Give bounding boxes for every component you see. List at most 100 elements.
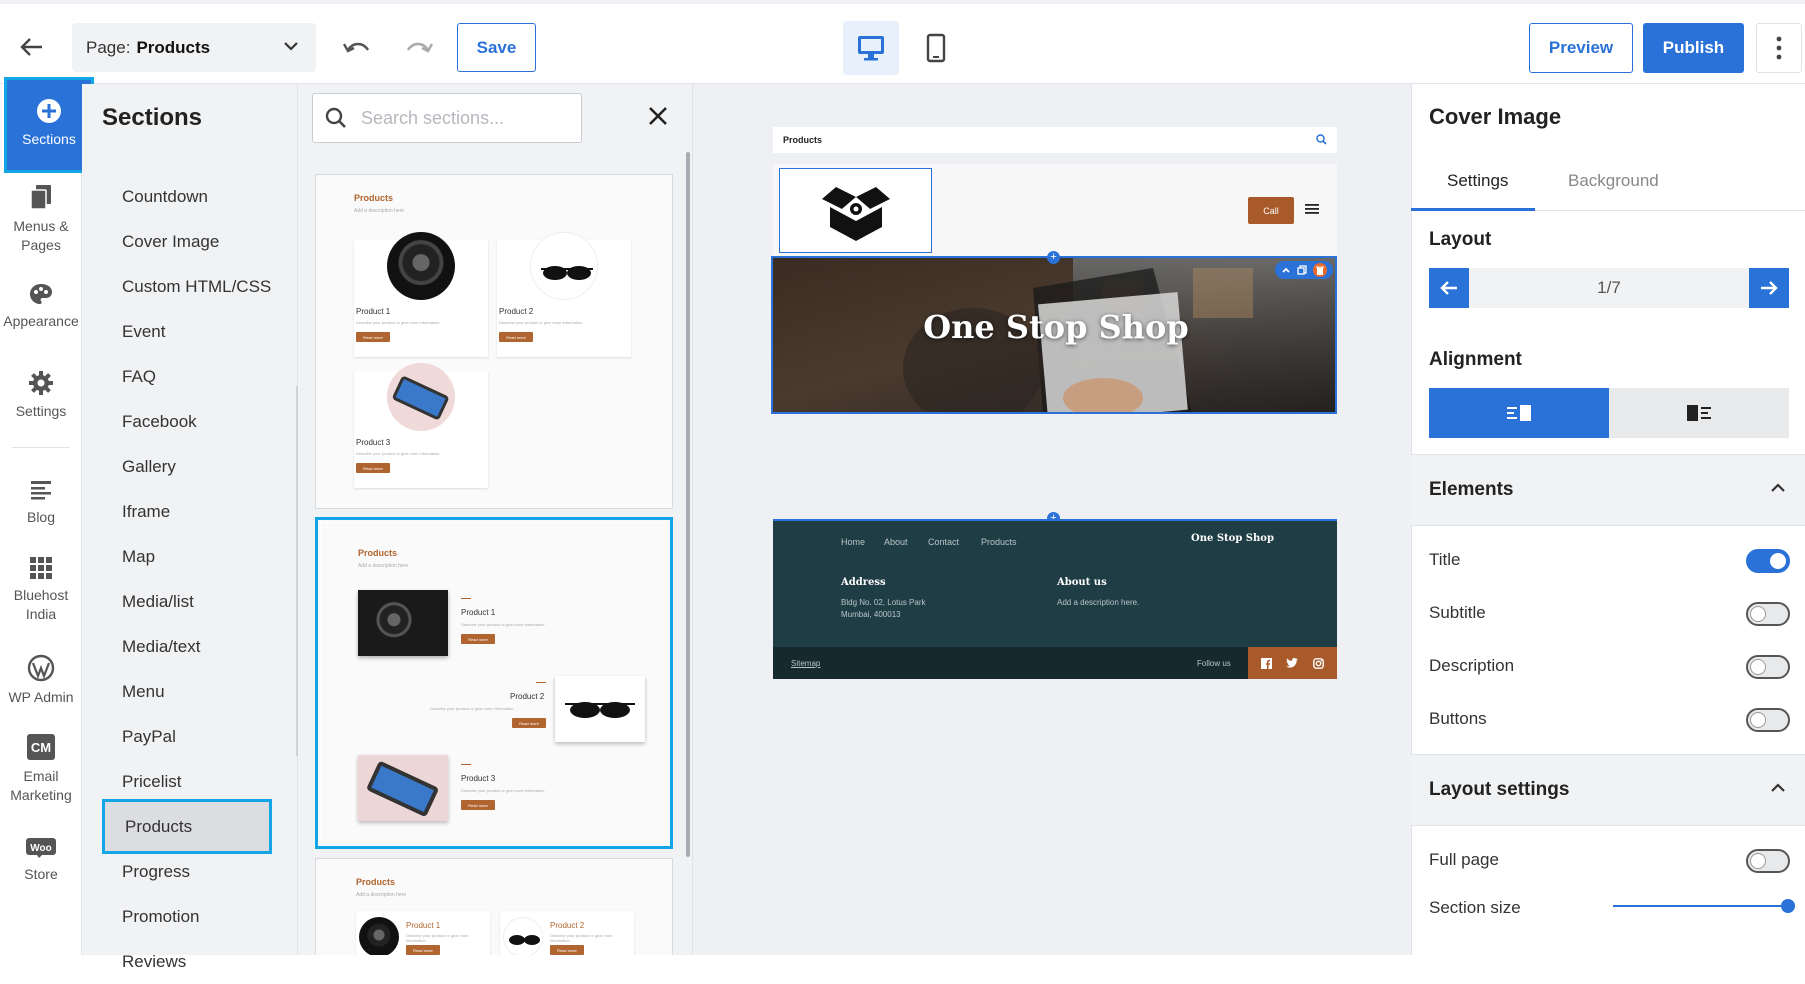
toggle-knob xyxy=(1750,606,1766,622)
sections-title: Sections xyxy=(102,104,203,131)
section-item[interactable]: Map xyxy=(82,534,298,579)
duplicate-icon[interactable] xyxy=(1297,265,1307,275)
product-image-camera xyxy=(359,917,399,955)
title-toggle[interactable] xyxy=(1746,549,1790,573)
align-text-left-image-right-icon xyxy=(1507,405,1531,421)
social-links xyxy=(1248,647,1337,679)
cover-image-section[interactable]: One Stop Shop xyxy=(771,256,1337,414)
close-button[interactable] xyxy=(640,98,676,134)
section-item[interactable]: Iframe xyxy=(82,489,298,534)
align-right-option[interactable] xyxy=(1609,388,1789,438)
section-item[interactable]: Gallery xyxy=(82,444,298,489)
section-item[interactable]: Menu xyxy=(82,669,298,714)
preview-button[interactable]: Preview xyxy=(1529,23,1633,73)
rail-item-wp-admin[interactable]: WP Admin xyxy=(0,654,82,707)
mobile-view-button[interactable] xyxy=(908,21,964,75)
accent-line xyxy=(536,682,546,683)
section-item[interactable]: Reviews xyxy=(82,939,298,984)
section-thumbnail-1[interactable]: Products Add a description here Product … xyxy=(315,174,673,509)
align-left-option[interactable] xyxy=(1429,388,1609,438)
full-page-toggle[interactable] xyxy=(1746,849,1790,873)
hamburger-menu-icon[interactable] xyxy=(1305,202,1319,216)
rail-item-email-marketing[interactable]: CM Email Marketing xyxy=(0,733,82,805)
page-select-value: Products xyxy=(136,37,211,57)
section-item[interactable]: Media/list xyxy=(82,579,298,624)
section-item[interactable]: Pricelist xyxy=(82,759,298,804)
back-button[interactable] xyxy=(12,30,52,64)
footer-nav-about[interactable]: About xyxy=(884,537,908,547)
search-input[interactable] xyxy=(361,107,551,129)
thumb-title: Products xyxy=(354,193,394,203)
search-icon[interactable] xyxy=(1316,134,1327,145)
product-desc: Describe your product or give more infor… xyxy=(461,622,546,627)
section-thumbnail-3[interactable]: Products Add a description here Product … xyxy=(315,858,673,955)
section-item[interactable]: Promotion xyxy=(82,894,298,939)
chevron-up-icon[interactable] xyxy=(1769,779,1787,797)
rail-item-store[interactable]: Woo Store xyxy=(0,837,82,884)
more-options-button[interactable] xyxy=(1756,23,1802,73)
layout-navigator: 1/7 xyxy=(1429,268,1789,308)
facebook-icon[interactable] xyxy=(1261,657,1273,669)
product-card: Product 2 Describe your product or give … xyxy=(500,911,634,955)
instagram-icon[interactable] xyxy=(1312,657,1324,669)
section-item-selected[interactable]: Products xyxy=(102,799,272,854)
section-item[interactable]: Facebook xyxy=(82,399,298,444)
arrow-right-icon xyxy=(1761,281,1778,295)
tab-background[interactable]: Background xyxy=(1568,171,1659,191)
footer-sitemap-link[interactable]: Sitemap xyxy=(791,659,820,668)
undo-button[interactable] xyxy=(336,30,376,64)
hero-title[interactable]: One Stop Shop xyxy=(773,308,1335,346)
twitter-icon[interactable] xyxy=(1286,658,1299,668)
section-size-slider-handle[interactable] xyxy=(1781,899,1795,913)
rail-item-settings[interactable]: Settings xyxy=(0,370,82,421)
section-item[interactable]: Countdown xyxy=(82,174,298,219)
section-item[interactable]: Progress xyxy=(82,849,298,894)
redo-button[interactable] xyxy=(400,30,440,64)
section-item[interactable]: PayPal xyxy=(82,714,298,759)
section-size-slider-track[interactable] xyxy=(1613,905,1789,907)
tab-settings[interactable]: Settings xyxy=(1447,171,1508,191)
delete-icon[interactable] xyxy=(1313,263,1327,277)
element-row-description: Description xyxy=(1429,656,1515,675)
add-section-above-button[interactable]: + xyxy=(1047,251,1060,264)
section-item[interactable]: Cover Image xyxy=(82,219,298,264)
publish-button[interactable]: Publish xyxy=(1643,23,1744,73)
thumbnails-scrollbar[interactable] xyxy=(686,152,690,857)
section-size-row: Section size xyxy=(1429,898,1521,917)
save-button[interactable]: Save xyxy=(457,23,536,72)
section-item[interactable]: Event xyxy=(82,309,298,354)
thumb-subtitle: Add a description here xyxy=(354,208,405,214)
section-thumbnail-2-selected[interactable]: Products Add a description here Product … xyxy=(315,517,673,849)
product-card: Product 1 Describe your product or give … xyxy=(356,911,490,955)
product-read-more: Read more xyxy=(356,463,390,473)
layout-settings-section-header[interactable]: Layout settings xyxy=(1411,754,1805,826)
rail-item-sections[interactable]: Sections xyxy=(4,77,94,173)
subtitle-toggle[interactable] xyxy=(1746,602,1790,626)
search-field[interactable] xyxy=(312,93,582,143)
rail-item-menus-pages[interactable]: Menus & Pages xyxy=(0,183,82,255)
chevron-up-icon[interactable] xyxy=(1769,479,1787,497)
chevron-up-icon[interactable] xyxy=(1281,265,1291,275)
buttons-toggle[interactable] xyxy=(1746,708,1790,732)
footer-nav-products[interactable]: Products xyxy=(981,537,1017,547)
product-desc: Describe your product or give more infor… xyxy=(550,933,613,943)
page-select[interactable]: Page: Products xyxy=(72,23,316,72)
section-item[interactable]: Custom HTML/CSS xyxy=(82,264,298,309)
site-top-bar[interactable]: Products xyxy=(773,127,1337,153)
desktop-view-button[interactable] xyxy=(843,21,899,75)
toggle-knob xyxy=(1750,659,1766,675)
rail-item-appearance[interactable]: Appearance xyxy=(0,282,82,331)
section-item[interactable]: FAQ xyxy=(82,354,298,399)
rail-item-blog[interactable]: Blog xyxy=(0,478,82,527)
section-item[interactable]: Media/text xyxy=(82,624,298,669)
layout-prev-button[interactable] xyxy=(1429,268,1469,308)
description-toggle[interactable] xyxy=(1746,655,1790,679)
site-logo[interactable] xyxy=(779,168,932,253)
pages-icon xyxy=(30,185,51,210)
call-button[interactable]: Call xyxy=(1248,197,1294,224)
layout-next-button[interactable] xyxy=(1749,268,1789,308)
elements-section-header[interactable]: Elements xyxy=(1411,454,1805,526)
rail-item-bluehost-india[interactable]: Bluehost India xyxy=(0,556,82,624)
footer-nav-contact[interactable]: Contact xyxy=(928,537,959,547)
footer-nav-home[interactable]: Home xyxy=(841,537,865,547)
